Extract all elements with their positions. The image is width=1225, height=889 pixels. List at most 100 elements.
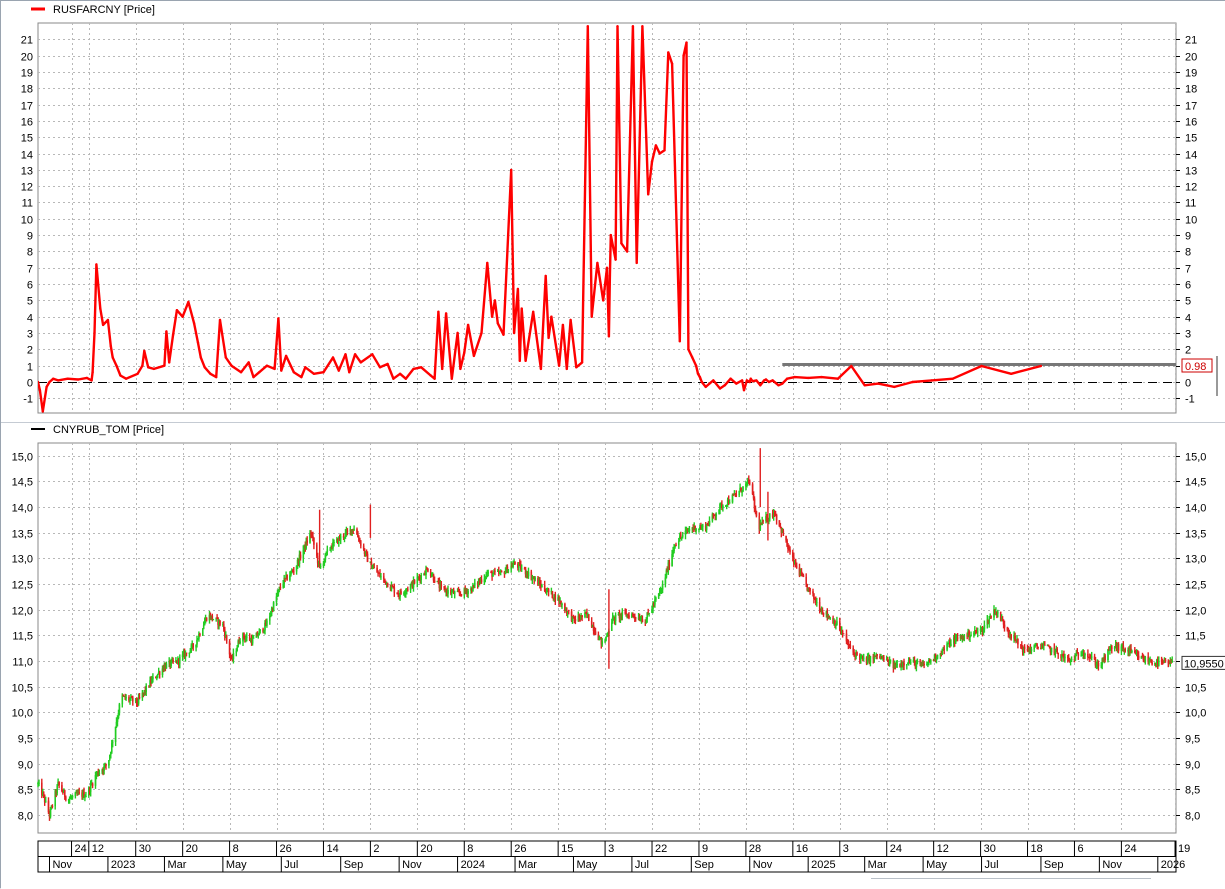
data-point xyxy=(755,379,758,382)
candle xyxy=(293,567,295,575)
candle xyxy=(145,683,147,696)
candle xyxy=(138,693,141,700)
candle-body xyxy=(1171,660,1173,663)
candle-body xyxy=(655,598,657,600)
candle-body xyxy=(480,579,483,583)
candle-body xyxy=(1057,653,1059,655)
data-point xyxy=(398,372,402,375)
candle xyxy=(306,536,308,546)
data-point xyxy=(696,372,700,375)
y-tick-label-right: 10 xyxy=(1185,215,1197,227)
data-point xyxy=(472,354,476,358)
candle-body xyxy=(731,494,734,503)
candle xyxy=(923,661,925,669)
candle-body xyxy=(970,634,972,637)
candle-body xyxy=(675,544,677,546)
y-tick-label-left: 10,5 xyxy=(12,683,33,695)
candle-body xyxy=(916,661,919,663)
candle-body xyxy=(594,631,597,635)
data-point xyxy=(687,348,690,351)
x-month-label: May xyxy=(226,859,247,871)
candle xyxy=(212,618,215,621)
x-month-label: 2026 xyxy=(1161,859,1185,871)
candle xyxy=(152,673,154,683)
candle xyxy=(869,655,872,667)
data-point xyxy=(807,376,810,380)
bottom-panel[interactable]: 8,0 8,0 8,5 8,5 9,0 9,0 9,5 9,5 10,0 10,0 10,5 10,5… xyxy=(12,424,1225,834)
candle-body xyxy=(1070,659,1073,660)
candle xyxy=(906,664,908,670)
candle-body xyxy=(239,641,241,644)
candle xyxy=(1050,647,1053,656)
candle xyxy=(1117,642,1120,654)
x-day-label: 3 xyxy=(608,843,614,855)
x-day-label: 9 xyxy=(702,843,708,855)
data-point xyxy=(596,261,599,265)
x-day-label: 14 xyxy=(326,843,338,855)
data-point xyxy=(359,361,362,364)
candle xyxy=(983,620,986,633)
candle xyxy=(956,633,959,642)
candle xyxy=(829,616,831,620)
candle-body xyxy=(165,663,168,669)
candle xyxy=(621,608,624,621)
candle-body xyxy=(738,490,740,495)
data-point xyxy=(218,318,222,322)
y-tick-label-right: 8,5 xyxy=(1185,785,1200,797)
data-point xyxy=(911,380,914,384)
candle-body xyxy=(976,631,979,633)
data-point xyxy=(586,25,589,28)
candle xyxy=(500,570,503,573)
candle-body xyxy=(487,571,489,574)
candle-body xyxy=(386,582,389,588)
candle-body xyxy=(1097,662,1100,667)
candle-body xyxy=(983,624,986,630)
candle-body xyxy=(1003,624,1006,628)
data-point xyxy=(493,299,497,302)
x-month-label: Nov xyxy=(52,859,72,871)
data-point xyxy=(143,349,146,353)
data-point xyxy=(1039,364,1043,368)
candle-body xyxy=(326,549,329,552)
data-point xyxy=(520,307,523,310)
candle-body xyxy=(383,576,385,579)
x-month-label: Sep xyxy=(1044,859,1064,871)
data-point xyxy=(95,263,98,266)
candle xyxy=(339,533,342,545)
data-point xyxy=(625,250,629,253)
y-tick-label-left: 20 xyxy=(21,52,33,64)
data-point xyxy=(77,378,80,381)
data-point xyxy=(654,144,658,147)
candle xyxy=(1164,658,1167,663)
data-point xyxy=(557,364,561,367)
y-tick-label-left: -1 xyxy=(23,394,33,406)
candle xyxy=(561,602,563,609)
candle xyxy=(1090,651,1093,661)
candle-body xyxy=(420,574,422,580)
candle xyxy=(782,528,785,536)
candle-body xyxy=(554,594,557,601)
candle-body xyxy=(202,628,204,636)
top-panel[interactable]: -1-1001122334455667788991010111112121313… xyxy=(1,1,1225,423)
candle-body xyxy=(988,618,990,624)
candle xyxy=(903,658,905,671)
data-point xyxy=(836,377,840,380)
data-point xyxy=(280,369,283,372)
candle-body xyxy=(346,530,349,532)
candle xyxy=(91,782,94,789)
data-point xyxy=(641,25,644,28)
data-point xyxy=(691,356,694,359)
candle-body xyxy=(728,502,731,504)
candle xyxy=(272,601,275,612)
data-point xyxy=(163,364,166,367)
candle xyxy=(71,794,74,800)
candle xyxy=(775,513,778,525)
data-point xyxy=(729,377,732,380)
candle xyxy=(1044,641,1046,646)
candle xyxy=(963,634,966,642)
data-point xyxy=(322,371,325,374)
candle xyxy=(38,779,40,787)
data-point xyxy=(304,366,307,369)
data-point xyxy=(496,322,499,325)
data-point xyxy=(718,387,722,390)
